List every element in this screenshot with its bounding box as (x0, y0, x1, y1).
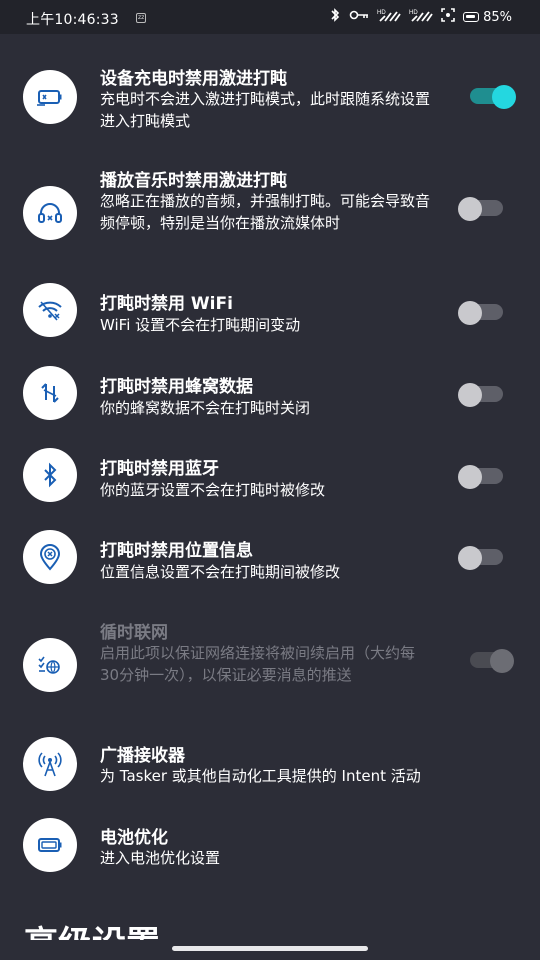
setting-title: 打盹时禁用 WiFi (100, 294, 233, 314)
toggle-switch[interactable] (470, 85, 516, 109)
setting-row-battery-optimization[interactable]: 电池优化 进入电池优化设置 (0, 818, 540, 879)
setting-desc: 进入电池优化设置 (100, 849, 221, 867)
battery-percent: 85% (483, 9, 512, 25)
setting-row-disable-wifi[interactable]: 打盹时禁用 WiFi WiFi 设置不会在打盹期间变动 (0, 283, 540, 345)
status-time: 上午10:46:33 (26, 12, 119, 28)
headphones-icon (23, 186, 77, 240)
status-icons: HD HD 85% (329, 8, 512, 26)
toggle-switch[interactable] (470, 649, 514, 673)
screen-capture-icon (441, 8, 455, 26)
setting-title: 播放音乐时禁用激进打盹 (100, 171, 287, 191)
key-icon (349, 9, 369, 25)
setting-desc: 为 Tasker 或其他自动化工具提供的 Intent 活动 (100, 767, 421, 785)
toggle-knob (490, 649, 514, 673)
setting-title: 打盹时禁用位置信息 (100, 541, 253, 561)
setting-title: 打盹时禁用蜂窝数据 (100, 377, 253, 397)
toggle-switch[interactable] (458, 301, 503, 325)
sleep-badge: zz (136, 13, 147, 23)
setting-title: 打盹时禁用蓝牙 (100, 459, 219, 479)
setting-row-disable-bluetooth[interactable]: 打盹时禁用蓝牙 你的蓝牙设置不会在打盹时被修改 (0, 448, 540, 510)
bluetooth-status-icon (329, 8, 341, 26)
setting-row-periodic-network[interactable]: 循时联网 启用此项以保证网络连接将被间续启用（大约每30分钟一次），以保证必要消… (0, 618, 540, 708)
setting-desc: 启用此项以保证网络连接将被间续启用（大约每30分钟一次），以保证必要消息的推送 (100, 644, 416, 684)
battery-charging-icon (23, 70, 77, 124)
setting-row-disable-aggressive-music[interactable]: 播放音乐时禁用激进打盹 忽略正在播放的音频，并强制打盹。可能会导致音频停顿，特别… (0, 166, 540, 256)
toggle-knob (458, 546, 482, 570)
battery-status-icon (463, 12, 480, 22)
wifi-off-icon (23, 283, 77, 337)
toggle-switch[interactable] (458, 383, 503, 407)
toggle-knob (492, 85, 516, 109)
svg-text:HD: HD (409, 10, 418, 16)
toggle-knob (458, 465, 482, 489)
location-off-icon (23, 530, 77, 584)
toggle-switch[interactable] (458, 197, 503, 221)
setting-row-broadcast-receiver[interactable]: 广播接收器 为 Tasker 或其他自动化工具提供的 Intent 活动 (0, 737, 540, 797)
bluetooth-icon (23, 448, 77, 502)
toggle-switch[interactable] (458, 546, 503, 570)
setting-desc: 充电时不会进入激进打盹模式，此时跟随系统设置进入打盹模式 (100, 90, 431, 130)
status-bar: 上午10:46:33 zz HD HD 85% (0, 0, 540, 34)
home-indicator[interactable] (172, 946, 368, 951)
cellular-data-icon (23, 366, 77, 420)
signal-2-icon: HD (409, 8, 433, 26)
setting-row-disable-cellular[interactable]: 打盹时禁用蜂窝数据 你的蜂窝数据不会在打盹时关闭 (0, 366, 540, 428)
setting-title: 循时联网 (100, 623, 168, 643)
network-schedule-icon (23, 638, 77, 692)
svg-text:HD: HD (377, 10, 386, 16)
setting-title: 设备充电时禁用激进打盹 (100, 69, 287, 89)
toggle-knob (458, 383, 482, 407)
setting-title: 电池优化 (100, 828, 168, 848)
setting-row-disable-location[interactable]: 打盹时禁用位置信息 位置信息设置不会在打盹期间被修改 (0, 530, 540, 592)
toggle-knob (458, 301, 482, 325)
battery-icon (23, 818, 77, 872)
toggle-knob (458, 197, 482, 221)
toggle-switch[interactable] (458, 465, 503, 489)
setting-desc: 忽略正在播放的音频，并强制打盹。可能会导致音频停顿，特别是当你在播放流媒体时 (100, 192, 431, 232)
broadcast-tower-icon (23, 737, 77, 791)
setting-row-disable-aggressive-charging[interactable]: 设备充电时禁用激进打盹 充电时不会进入激进打盹模式，此时跟随系统设置进入打盹模式 (0, 64, 540, 144)
setting-title: 广播接收器 (100, 746, 185, 766)
signal-1-icon: HD (377, 8, 401, 26)
